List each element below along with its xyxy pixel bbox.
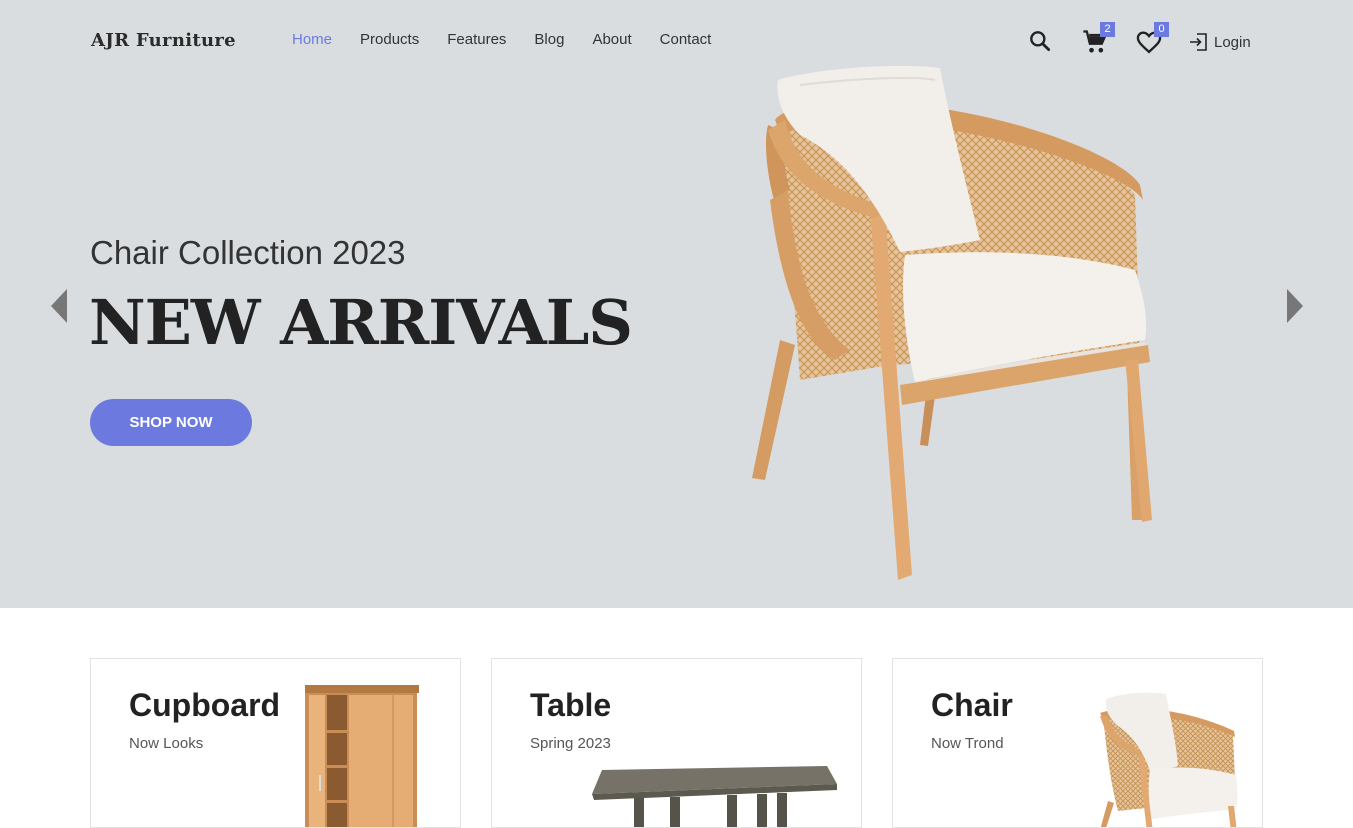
category-subtitle: Now Trond <box>931 735 1004 752</box>
nav-item-products[interactable]: Products <box>360 31 419 48</box>
nav-item-home[interactable]: Home <box>292 31 332 48</box>
nav-item-about[interactable]: About <box>592 31 631 48</box>
hero-subtitle: Chair Collection 2023 <box>90 234 406 271</box>
category-title: Table <box>530 687 612 723</box>
nav-item-features[interactable]: Features <box>447 31 506 48</box>
category-subtitle: Spring 2023 <box>530 735 611 752</box>
category-subtitle: Now Looks <box>129 735 204 752</box>
login-link[interactable]: Login <box>1187 30 1251 54</box>
cart-count-badge: 2 <box>1100 22 1115 37</box>
nav-item-contact[interactable]: Contact <box>660 31 712 48</box>
header-actions: 2 0 Login <box>1027 22 1267 60</box>
nav-item-blog[interactable]: Blog <box>534 31 564 48</box>
table-image <box>592 766 837 827</box>
hero-chair-image <box>752 65 1152 580</box>
site-logo[interactable]: AJR Furniture <box>91 30 236 51</box>
wishlist-count-badge: 0 <box>1154 22 1169 37</box>
cart-icon[interactable]: 2 <box>1081 22 1115 56</box>
category-card-chair[interactable]: Chair Now Trond <box>892 658 1263 828</box>
main-nav: Home Products Features Blog About Contac… <box>292 31 711 48</box>
category-card-table[interactable]: Table Spring 2023 <box>491 658 862 828</box>
login-label: Login <box>1214 33 1251 51</box>
login-icon <box>1190 33 1207 51</box>
shop-now-button[interactable]: SHOP NOW <box>90 399 252 446</box>
category-cards: Cupboard Now Looks Table Spring 2023 Cha… <box>90 658 1264 828</box>
hero-headline: NEW ARRIVALS <box>89 286 633 359</box>
category-title: Cupboard <box>129 687 281 723</box>
chair-thumbnail-image <box>1100 692 1238 827</box>
heart-icon[interactable]: 0 <box>1135 22 1169 56</box>
category-title: Chair <box>931 687 1013 723</box>
category-card-cupboard[interactable]: Cupboard Now Looks <box>90 658 461 828</box>
hero-slider: AJR Furniture Home Products Features Blo… <box>0 0 1353 608</box>
slider-next-arrow-icon[interactable] <box>1285 288 1305 324</box>
cupboard-image <box>305 685 419 827</box>
slider-prev-arrow-icon[interactable] <box>49 288 69 324</box>
search-icon[interactable] <box>1027 28 1055 56</box>
